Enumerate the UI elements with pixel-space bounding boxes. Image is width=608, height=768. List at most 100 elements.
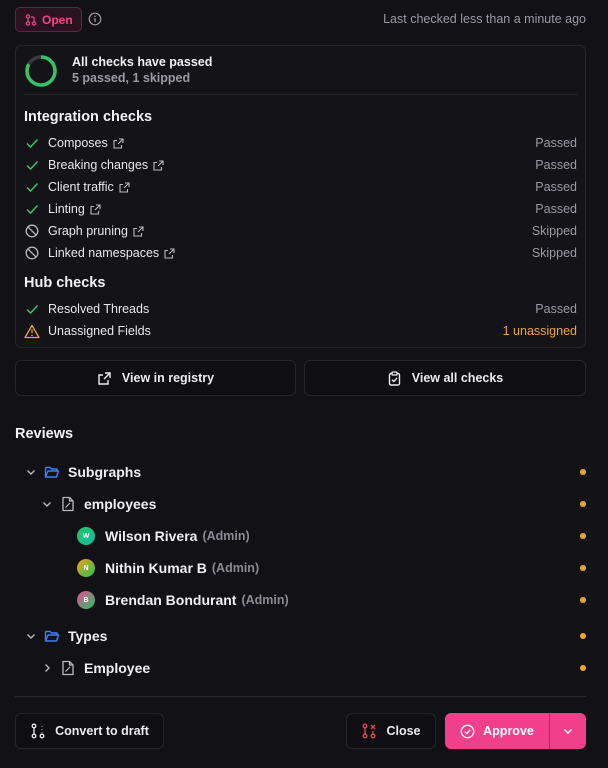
divider <box>24 94 577 95</box>
integration-check-row[interactable]: Linting Passed <box>24 199 577 219</box>
integration-checks-title: Integration checks <box>24 109 153 125</box>
tree-item-employees[interactable]: employees <box>15 493 586 515</box>
convert-to-draft-button[interactable]: Convert to draft <box>15 713 164 749</box>
chevron-right-icon[interactable] <box>41 662 53 674</box>
check-status-icon <box>24 301 40 317</box>
tree-label: Employee <box>84 660 151 676</box>
chevron-down-icon[interactable] <box>25 466 37 478</box>
ban-icon <box>25 246 39 260</box>
status-label: Open <box>42 12 73 27</box>
check-status-text: Passed <box>535 136 577 150</box>
external-link-icon[interactable] <box>153 159 164 171</box>
divider <box>15 696 586 697</box>
integration-check-row[interactable]: Client traffic Passed <box>24 177 577 197</box>
git-pull-request-draft-icon <box>31 723 45 739</box>
external-link-icon[interactable] <box>113 137 124 149</box>
external-link-icon[interactable] <box>164 247 175 259</box>
chevron-down-icon <box>563 728 573 735</box>
pending-dot <box>580 565 586 571</box>
check-icon <box>26 304 39 315</box>
check-status-icon <box>24 323 40 339</box>
view-all-checks-button[interactable]: View all checks <box>304 360 586 396</box>
reviewer-row[interactable]: N Nithin Kumar B (Admin) <box>15 557 586 579</box>
reviewer-role: (Admin) <box>211 561 260 575</box>
pending-dot <box>580 469 586 475</box>
git-pull-request-closed-icon <box>363 723 376 739</box>
check-label: Linked namespaces <box>48 246 160 260</box>
check-icon <box>26 182 39 193</box>
checks-card: All checks have passed 5 passed, 1 skipp… <box>15 45 586 348</box>
checks-summary-subtitle: 5 passed, 1 skipped <box>72 71 191 85</box>
close-label: Close <box>386 724 421 738</box>
check-status-text: Passed <box>535 158 577 172</box>
folder-open-icon <box>44 466 60 478</box>
integration-check-row[interactable]: Composes Passed <box>24 133 577 153</box>
tree-label: Subgraphs <box>68 464 142 480</box>
check-status-text: Skipped <box>531 224 577 238</box>
approve-options-dropdown[interactable] <box>550 713 586 749</box>
check-status-icon <box>24 245 40 261</box>
reviews-title: Reviews <box>15 426 74 442</box>
check-status-icon <box>24 223 40 239</box>
file-diff-icon <box>62 496 74 512</box>
pending-dot <box>580 597 586 603</box>
reviewer-name: Nithin Kumar B <box>105 560 207 576</box>
check-label: Composes <box>48 136 108 150</box>
reviewer-name: Wilson Rivera <box>105 528 198 544</box>
check-label: Graph pruning <box>48 224 128 238</box>
check-status-icon <box>24 135 40 151</box>
integration-check-row[interactable]: Linked namespaces Skipped <box>24 243 577 263</box>
tree-item-employee[interactable]: Employee <box>15 657 586 679</box>
ban-icon <box>25 224 39 238</box>
check-status-icon <box>24 179 40 195</box>
integration-check-row[interactable]: Breaking changes Passed <box>24 155 577 175</box>
pending-dot <box>580 533 586 539</box>
chevron-down-icon[interactable] <box>41 498 53 510</box>
reviewer-role: (Admin) <box>241 593 289 607</box>
tree-label: Types <box>68 628 108 644</box>
view-in-registry-label: View in registry <box>121 371 215 385</box>
reviewer-row[interactable]: W Wilson Rivera (Admin) <box>15 525 586 547</box>
check-label: Breaking changes <box>48 158 149 172</box>
hub-checks-title: Hub checks <box>24 275 106 291</box>
checks-progress-ring <box>25 55 57 87</box>
chevron-down-icon[interactable] <box>25 630 37 642</box>
check-label: Resolved Threads <box>48 302 150 316</box>
folder-open-icon <box>44 630 60 642</box>
file-diff-icon <box>62 660 74 676</box>
check-status-icon <box>24 201 40 217</box>
avatar: B <box>77 591 95 609</box>
view-in-registry-button[interactable]: View in registry <box>15 360 296 396</box>
tree-item-subgraphs[interactable]: Subgraphs <box>15 461 586 483</box>
tree-label: employees <box>84 496 157 512</box>
info-icon[interactable] <box>88 12 102 26</box>
external-link-icon[interactable] <box>119 181 130 193</box>
tree-item-types[interactable]: Types <box>15 625 586 647</box>
integration-check-row[interactable]: Graph pruning Skipped <box>24 221 577 241</box>
external-link-icon[interactable] <box>133 225 144 237</box>
check-icon <box>26 204 39 215</box>
check-circle-icon <box>460 724 475 738</box>
reviewer-row[interactable]: B Brendan Bondurant (Admin) <box>15 589 586 611</box>
view-all-checks-label: View all checks <box>411 371 504 385</box>
status-badge: Open <box>15 7 82 32</box>
hub-check-row: Resolved Threads Passed <box>24 299 577 319</box>
pending-dot <box>580 501 586 507</box>
check-icon <box>26 160 39 171</box>
avatar: W <box>77 527 95 545</box>
approve-button[interactable]: Approve <box>445 713 549 749</box>
check-status-icon <box>24 157 40 173</box>
last-checked-text: Last checked less than a minute ago <box>383 12 586 26</box>
reviewer-name: Brendan Bondurant <box>105 592 237 608</box>
git-pull-request-icon <box>25 13 37 26</box>
warning-triangle-icon <box>24 324 40 338</box>
external-link-icon[interactable] <box>90 203 101 215</box>
clipboard-check-icon <box>388 370 400 386</box>
approve-button-group: Approve <box>445 713 586 749</box>
check-status-text: Passed <box>535 302 577 316</box>
avatar: N <box>77 559 95 577</box>
check-status-text: Passed <box>535 180 577 194</box>
check-label: Unassigned Fields <box>48 324 151 338</box>
pending-dot <box>580 665 586 671</box>
close-button[interactable]: Close <box>346 713 436 749</box>
